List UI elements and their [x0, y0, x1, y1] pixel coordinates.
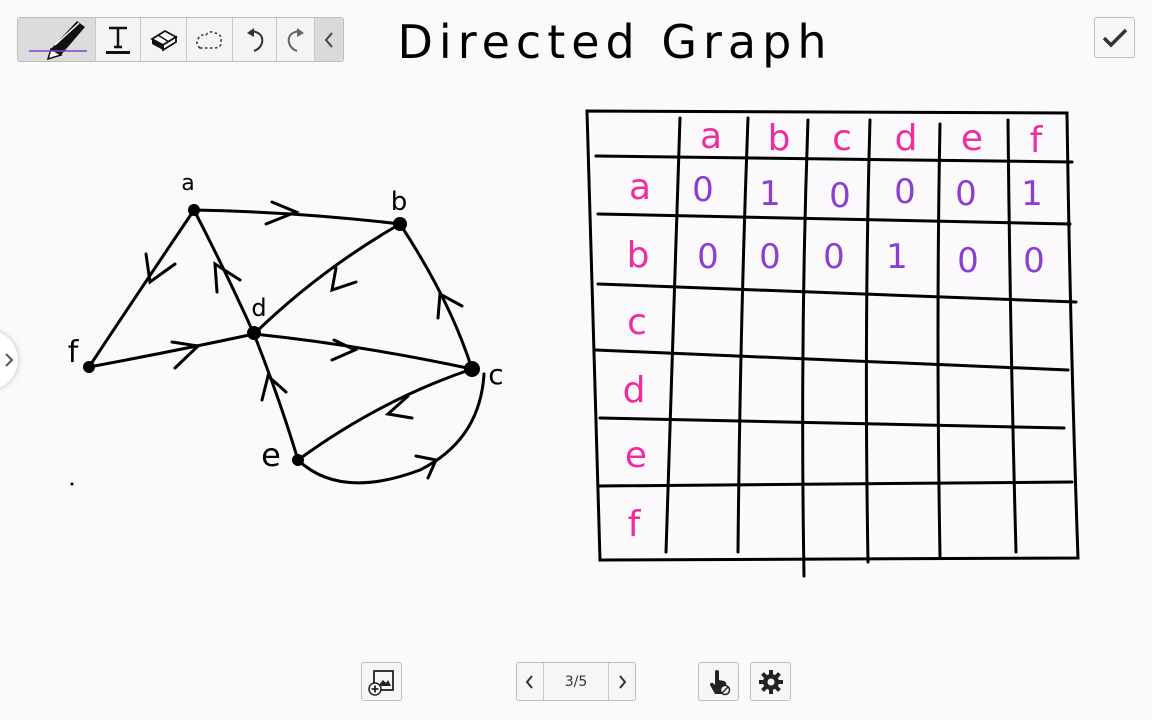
edge-b-d-arrow: [330, 266, 358, 293]
page-title: Directed Graph: [398, 15, 833, 69]
edge-c-e-upper: [296, 367, 474, 462]
page-navigator: 3/5: [516, 662, 636, 701]
col-header-f: f: [1030, 120, 1044, 161]
matrix-col-line-1: [664, 116, 682, 554]
cell-b-b: 0: [759, 237, 781, 277]
node-label-a: a: [181, 171, 194, 196]
graph-edges: [87, 200, 486, 485]
cell-b-d: 1: [886, 237, 908, 277]
chevron-left-icon: [525, 674, 533, 689]
edge-f-d: [87, 332, 256, 369]
insert-image-button[interactable]: [361, 662, 402, 701]
col-header-d: d: [895, 118, 918, 159]
chevron-right-icon: [619, 674, 627, 689]
col-header-e: e: [961, 118, 983, 159]
eraser-tool-button[interactable]: [141, 18, 187, 61]
matrix-col-line-5: [936, 122, 942, 558]
edge-c-b: [398, 222, 474, 371]
pen-tool-button[interactable]: [18, 18, 96, 61]
redo-icon: [287, 27, 304, 52]
node-d: [247, 326, 261, 340]
lasso-tool-button[interactable]: [187, 18, 233, 61]
settings-button[interactable]: [750, 662, 791, 701]
ink-dot: [70, 482, 74, 486]
matrix-col-headers: a b c d e f: [700, 116, 1044, 161]
row-header-a: a: [629, 167, 651, 208]
pointer-icon: [709, 669, 730, 695]
node-label-f: f: [68, 335, 80, 370]
chevron-right-icon: [5, 353, 14, 367]
row-header-b: b: [627, 235, 650, 276]
edge-b-d: [252, 222, 402, 336]
drawing-canvas[interactable]: Directed Graph a b c d e f a b c d e f a…: [0, 0, 1152, 720]
row-header-f: f: [628, 504, 642, 545]
matrix-col-line-4: [864, 118, 872, 564]
col-header-c: c: [832, 118, 852, 159]
redo-button[interactable]: [277, 18, 316, 61]
matrix-col-line-2: [736, 116, 750, 554]
cell-a-c: 0: [829, 176, 851, 216]
node-f: [83, 361, 95, 373]
cell-b-a: 0: [697, 237, 719, 277]
matrix-row-line-4: [594, 348, 1070, 372]
node-label-c: c: [488, 358, 503, 391]
cell-b-c: 0: [823, 237, 845, 277]
edge-f-d-arrow: [170, 340, 202, 370]
col-header-b: b: [768, 118, 791, 159]
node-b: [393, 217, 407, 231]
cell-a-d: 0: [894, 172, 916, 212]
done-button[interactable]: [1094, 17, 1135, 58]
drawing-toolbar: [17, 17, 344, 62]
next-page-button[interactable]: [608, 663, 635, 700]
edge-e-c-lower: [296, 372, 486, 485]
cell-a-b: 1: [759, 174, 781, 214]
matrix-col-line-6: [1006, 118, 1018, 554]
checkmark-icon: [1102, 28, 1127, 47]
cell-b-e: 0: [957, 241, 979, 281]
undo-button[interactable]: [233, 18, 278, 61]
text-tool-button[interactable]: [96, 18, 142, 61]
cell-b-f: 0: [1023, 241, 1045, 281]
page-indicator: 3/5: [564, 673, 588, 690]
cell-a-e: 0: [955, 174, 977, 214]
chevron-left-icon: [324, 31, 333, 48]
row-header-c: c: [627, 302, 647, 343]
previous-page-button[interactable]: [517, 663, 544, 700]
row-header-e: e: [625, 435, 647, 476]
matrix-col-line-3: [801, 118, 810, 578]
cell-a-a: 0: [692, 170, 714, 210]
node-label-b: b: [391, 187, 408, 217]
lasso-icon: [196, 30, 223, 49]
matrix-row-headers: a b c d e f: [623, 167, 651, 545]
node-e: [292, 454, 304, 466]
cell-a-f: 1: [1021, 174, 1043, 214]
gear-icon: [758, 669, 783, 694]
matrix-row-line-3: [596, 282, 1078, 304]
row-header-d: d: [623, 370, 646, 411]
col-header-a: a: [700, 116, 722, 157]
text-icon: [105, 26, 130, 54]
insert-image-icon: [367, 669, 394, 696]
eraser-icon: [149, 29, 178, 52]
node-label-d: d: [251, 294, 266, 322]
collapse-toolbar-button[interactable]: [315, 18, 343, 61]
node-c: [464, 361, 480, 377]
node-a: [188, 204, 200, 216]
pen-icon: [29, 20, 88, 60]
pointer-mode-button[interactable]: [698, 662, 739, 701]
edge-d-c: [252, 332, 474, 371]
node-label-e: e: [261, 436, 281, 474]
undo-icon: [246, 27, 263, 52]
edge-d-a: [192, 208, 256, 336]
